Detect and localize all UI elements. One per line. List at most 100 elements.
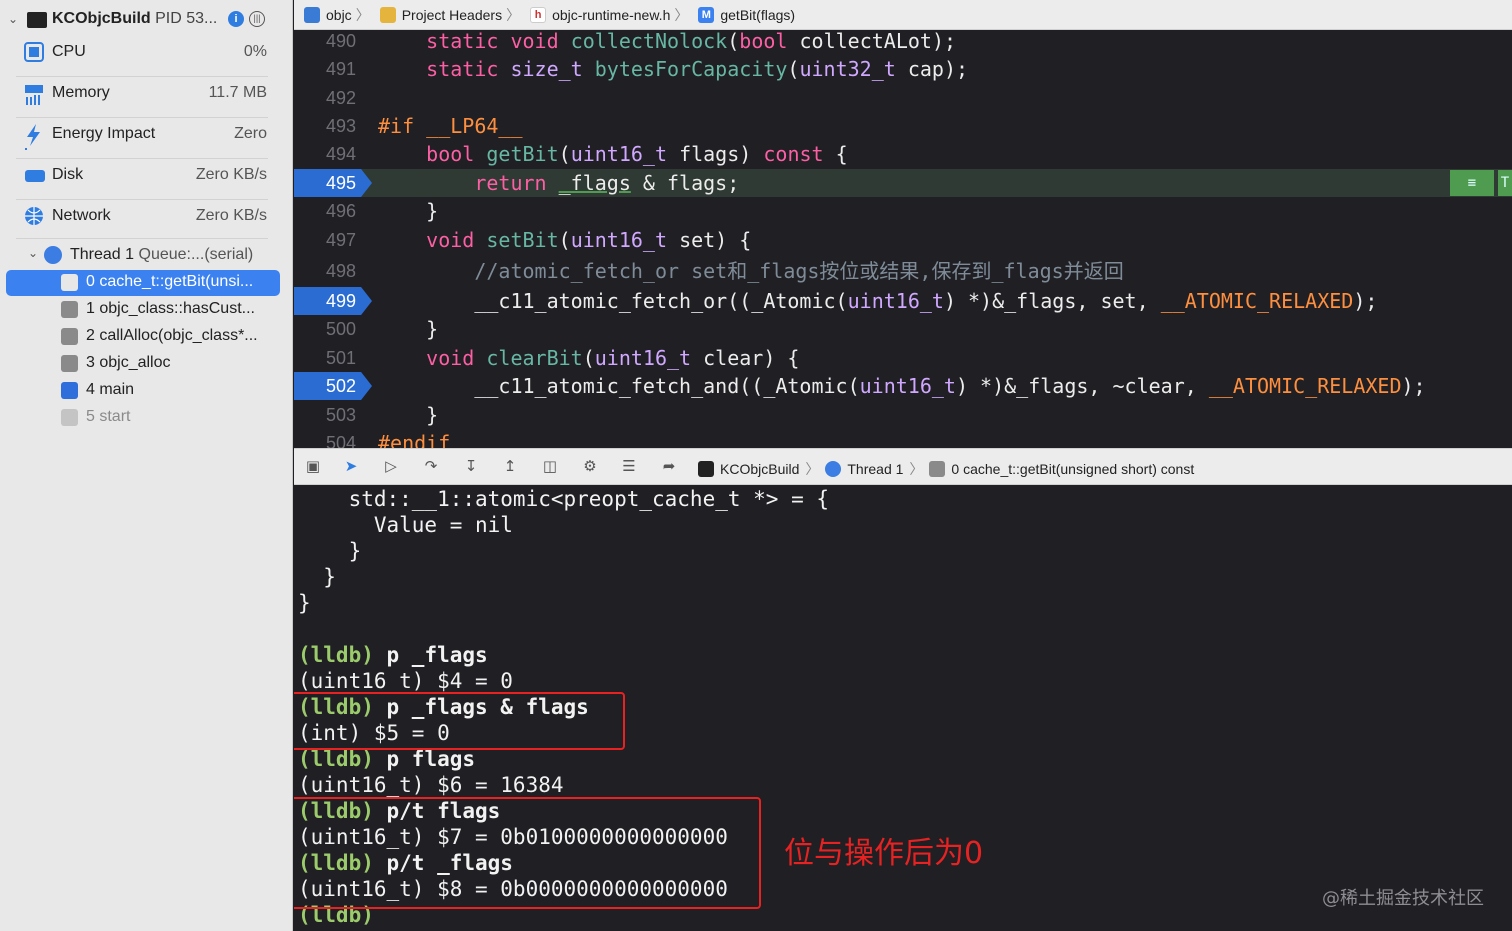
stack-frame-0[interactable]: 0 cache_t::getBit(unsi... — [6, 270, 280, 296]
token: __ATOMIC_RELAXED — [1208, 374, 1402, 398]
lldb-prompt: (lldb) — [298, 747, 374, 771]
token: uint16_t — [859, 374, 956, 398]
breakpoint-marker[interactable]: 499 — [294, 287, 372, 315]
crumb-process[interactable]: KCObjcBuild — [720, 461, 799, 477]
threads-icon[interactable]: ||| — [249, 11, 265, 27]
hide-debug-area-icon[interactable]: ▣ — [304, 458, 322, 476]
line-number[interactable]: 496 — [294, 197, 372, 225]
breakpoints-toggle-icon[interactable]: ➤ — [342, 458, 360, 476]
memory-icon — [24, 83, 44, 105]
crumb-thread[interactable]: Thread 1 — [847, 461, 903, 477]
chevron-right-icon: 〉 — [506, 6, 521, 23]
lldb-prompt: (lldb) — [298, 643, 374, 667]
line-number[interactable]: 494 — [294, 140, 372, 168]
network-icon — [24, 206, 44, 226]
token: } — [426, 317, 439, 341]
gauge-network[interactable]: Network Zero KB/s — [0, 202, 292, 232]
breakpoint-marker[interactable]: 502 — [294, 372, 372, 400]
chevron-down-icon[interactable]: ⌄ — [8, 12, 18, 26]
gauge-value: Zero — [234, 125, 267, 142]
memory-graph-icon[interactable]: ⚙ — [581, 458, 599, 476]
gauge-label: Energy Impact — [52, 125, 156, 142]
gauge-energy[interactable]: Energy Impact Zero — [0, 120, 292, 158]
line-number[interactable]: 497 — [294, 226, 372, 254]
line-number[interactable]: 493 — [294, 112, 372, 140]
token: uint16_t — [594, 346, 692, 370]
jumpbar-item-file[interactable]: objc-runtime-new.h — [552, 7, 670, 23]
token: set) { — [679, 228, 752, 252]
header-file-icon: h — [530, 6, 547, 23]
environment-overrides-icon[interactable]: ☰ — [620, 458, 638, 476]
chevron-down-icon[interactable]: ⌄ — [28, 246, 38, 260]
continue-icon[interactable]: ▷ — [382, 458, 400, 476]
step-out-icon[interactable]: ↥ — [501, 458, 519, 476]
line-number[interactable]: 500 — [294, 315, 372, 343]
stack-frame-5[interactable]: 5 start — [6, 405, 280, 431]
source-editor[interactable]: 490 static void collectNolock(bool colle… — [294, 30, 1512, 448]
crumb-frame[interactable]: 0 cache_t::getBit(unsigned short) const — [951, 461, 1194, 477]
watermark: @稀土掘金技术社区 — [1322, 888, 1484, 909]
jumpbar-item-group[interactable]: Project Headers — [402, 7, 502, 23]
stack-frame-1[interactable]: 1 objc_class::hasCust... — [6, 297, 280, 323]
instruction-pointer-icon[interactable]: ≡ — [1450, 170, 1494, 196]
token: #if — [378, 114, 415, 138]
token: uint32_t — [799, 57, 896, 81]
chevron-right-icon: 〉 — [805, 461, 820, 477]
gauge-disk[interactable]: Disk Zero KB/s — [0, 161, 292, 191]
token: ) *)&_flags, ~clear, — [955, 374, 1209, 398]
jump-bar: objc 〉 Project Headers 〉 h objc-runtime-new… — [294, 0, 1512, 30]
code-line: 502 __c11_atomic_fetch_and((_Atomic(uint… — [294, 372, 1512, 400]
divider — [16, 117, 268, 118]
frame-icon — [61, 301, 78, 318]
token: } — [426, 403, 439, 427]
code-line: 492 — [294, 84, 1512, 112]
annotation-note: 位与操作后为0 — [784, 836, 984, 871]
line-number[interactable]: 492 — [294, 84, 372, 112]
token: getBit — [486, 142, 559, 166]
xcode-window: ⌄ KCObjcBuild PID 53... i ||| CPU 0% Mem… — [0, 0, 1512, 931]
thread-row[interactable]: ⌄ Thread 1 Queue:...(serial) — [0, 243, 292, 269]
line-number[interactable]: 490 — [294, 30, 372, 55]
step-over-icon[interactable]: ↷ — [422, 458, 440, 476]
line-number[interactable]: 503 — [294, 401, 372, 429]
chevron-right-icon: 〉 — [355, 6, 370, 23]
line-number[interactable]: 501 — [294, 344, 372, 372]
gauge-memory[interactable]: Memory 11.7 MB — [0, 79, 292, 109]
info-icon[interactable]: i — [228, 11, 244, 27]
token: setBit — [486, 228, 559, 252]
breakpoint-marker[interactable]: 495 — [294, 169, 372, 197]
process-row[interactable]: ⌄ KCObjcBuild PID 53... i ||| — [0, 10, 292, 37]
token: uint16_t — [570, 228, 668, 252]
current-line: 495 return _flags & flags; ≡ T — [294, 169, 1512, 197]
frame-icon — [61, 355, 78, 372]
simulate-location-icon[interactable]: ➦ — [660, 458, 678, 476]
gauge-cpu[interactable]: CPU 0% — [0, 38, 292, 68]
stack-frame-4[interactable]: 4 main — [6, 378, 280, 404]
divider — [16, 76, 268, 77]
line-number[interactable]: 491 — [294, 55, 372, 83]
line-number[interactable]: 504 — [294, 429, 372, 448]
token: cap); — [907, 57, 969, 81]
code-line: 503 } — [294, 401, 1512, 429]
frame-label: 0 cache_t::getBit(unsi... — [86, 273, 254, 290]
lldb-console[interactable]: std::__1::atomic<preopt_cache_t *> = { V… — [294, 485, 1512, 931]
console-command-line: (lldb) p _flags — [298, 642, 488, 668]
token: clearBit — [486, 346, 583, 370]
thread-icon — [44, 246, 62, 264]
highlight-box — [294, 692, 625, 750]
terminal-app-icon — [27, 12, 47, 28]
stack-frame-2[interactable]: 2 callAlloc(objc_class*... — [6, 324, 280, 350]
thread-queue: Queue:...(serial) — [138, 246, 254, 263]
thread-annotation[interactable]: T — [1498, 170, 1512, 196]
line-number[interactable]: 498 — [294, 257, 372, 285]
jumpbar-item-symbol[interactable]: getBit(flags) — [720, 7, 795, 23]
gauge-label: Memory — [52, 84, 110, 101]
view-hierarchy-icon[interactable]: ◫ — [541, 458, 559, 476]
token: void — [510, 30, 559, 53]
token: const — [763, 142, 824, 166]
code-line: 494 bool getBit(uint16_t flags) const { — [294, 140, 1512, 168]
jumpbar-item-project[interactable]: objc — [326, 7, 352, 23]
stack-frame-3[interactable]: 3 objc_alloc — [6, 351, 280, 377]
divider — [16, 199, 268, 200]
step-into-icon[interactable]: ↧ — [462, 458, 480, 476]
